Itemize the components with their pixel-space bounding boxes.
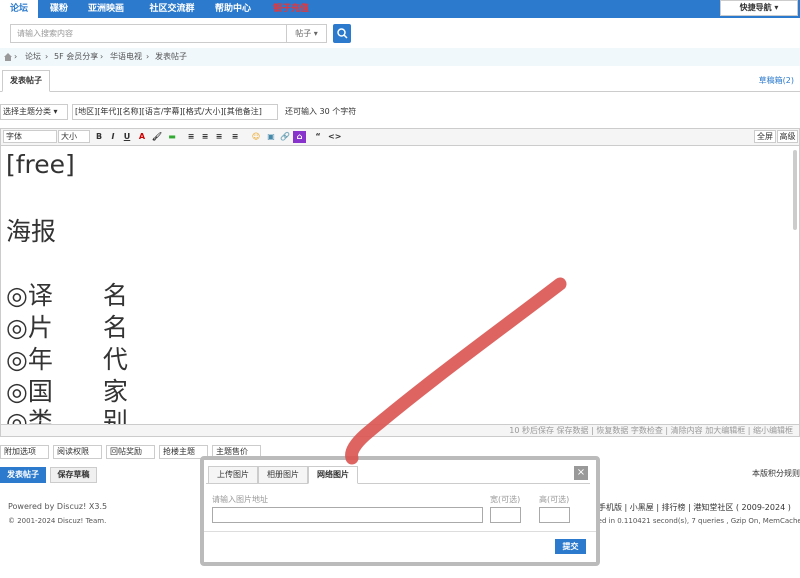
image-height-input[interactable] <box>539 507 570 523</box>
nav-asia-film[interactable]: 亚洲映画 <box>80 0 132 18</box>
breadcrumb-sep: › <box>146 52 150 61</box>
option-attach[interactable]: 附加选项 <box>0 445 49 459</box>
tab-album-image[interactable]: 相册图片 <box>258 466 308 484</box>
nav-help[interactable]: 帮助中心 <box>206 0 260 18</box>
align-right-icon[interactable]: ≡ <box>214 131 224 143</box>
nav-community[interactable]: 社区交流群 <box>140 0 204 18</box>
breadcrumb-member-share[interactable]: 5F 会员分享 <box>54 48 98 66</box>
tab-post[interactable]: 发表帖子 <box>2 70 50 92</box>
breadcrumb-chinese-tv[interactable]: 华语电视 <box>110 48 142 66</box>
quick-nav-button[interactable]: 快捷导航 ▾ <box>720 0 798 16</box>
image-icon[interactable]: ▣ <box>265 131 277 143</box>
footer-powered: Powered by Discuz! X3.5 <box>8 502 108 511</box>
editor-line: ◎年 代 <box>6 345 128 374</box>
tab-upload-image[interactable]: 上传图片 <box>208 466 258 484</box>
search-icon <box>337 28 348 39</box>
breadcrumb-current: 发表帖子 <box>155 52 187 61</box>
nav-recharge[interactable]: 银子充值 <box>266 0 316 18</box>
points-rule-link[interactable]: 本版积分规则 <box>752 468 800 479</box>
font-color-button[interactable]: A <box>137 131 147 143</box>
char-remaining: 还可输入 30 个字符 <box>285 107 357 116</box>
save-draft-button[interactable]: 保存草稿 <box>50 467 97 483</box>
underline-button[interactable]: U <box>122 131 132 143</box>
editor-scrollbar[interactable] <box>793 150 797 230</box>
editor-line: ◎译 名 <box>6 281 128 310</box>
editor-status-bar: 10 秒后保存 保存数据 | 恢复数据 字数检查 | 清除内容 加大编辑框 | … <box>0 424 800 437</box>
breadcrumb-sep: › <box>45 52 49 61</box>
font-select[interactable]: 字体 <box>3 130 57 143</box>
editor-line: ◎类 别 <box>6 407 128 424</box>
image-url-input[interactable] <box>212 507 483 523</box>
size-select[interactable]: 大小 <box>58 130 90 143</box>
list-icon[interactable]: ≡ <box>230 131 240 143</box>
advanced-button[interactable]: 高级 <box>777 130 798 143</box>
footer-copyright: © 2001-2024 Discuz! Team. <box>8 517 107 525</box>
editor-line: [free] <box>6 150 75 179</box>
quote-icon[interactable]: “ <box>313 131 323 143</box>
editor-line: ◎片 名 <box>6 313 128 342</box>
breadcrumb: › 论坛 › 5F 会员分享 › 华语电视 › 发表帖子 <box>0 48 800 66</box>
title-input[interactable]: [地区][年代][名称][语言/字幕][格式/大小][其他备注] <box>72 104 278 120</box>
dialog-divider <box>204 531 596 532</box>
dialog-submit-button[interactable]: 提交 <box>555 539 586 554</box>
search-type-select[interactable]: 帖子 ▾ <box>287 24 327 43</box>
emoji-icon[interactable]: ☺ <box>250 131 262 143</box>
close-icon[interactable]: × <box>574 466 588 480</box>
width-label: 宽(可选) <box>490 495 521 504</box>
nav-diefen[interactable]: 碟粉 <box>40 0 78 18</box>
option-read-permission[interactable]: 阅读权限 <box>53 445 102 459</box>
editor-toolbar <box>0 128 800 146</box>
footer-links[interactable]: 手机版 | 小黑屋 | 排行榜 | 港知堂社区 ( 2009-2024 ) <box>598 502 791 513</box>
highlight-icon[interactable]: 🖌 <box>151 131 163 143</box>
tab-bar <box>0 70 800 92</box>
height-label: 高(可选) <box>539 495 570 504</box>
breadcrumb-forum[interactable]: 论坛 <box>25 48 41 66</box>
footer-stats: sed in 0.110421 second(s), 7 queries , G… <box>594 517 800 525</box>
tab-web-image[interactable]: 网络图片 <box>308 466 358 484</box>
nav-forum[interactable]: 论坛 <box>0 0 38 18</box>
search-input[interactable]: 请输入搜索内容 <box>10 24 287 43</box>
editor-line: 海报 <box>6 217 57 246</box>
italic-button[interactable]: I <box>108 131 118 143</box>
fullscreen-button[interactable]: 全屏 <box>754 130 776 143</box>
editor-area[interactable]: [free] 海报 ◎译 名 ◎片 名 ◎年 代 ◎国 家 ◎类 别 <box>0 146 800 424</box>
media-icon[interactable]: ⌂ <box>293 131 306 143</box>
topic-category-select[interactable]: 选择主题分类 ▾ <box>0 104 68 120</box>
option-reply-reward[interactable]: 回帖奖励 <box>106 445 155 459</box>
image-width-input[interactable] <box>490 507 521 523</box>
search-button[interactable] <box>333 24 351 43</box>
align-left-icon[interactable]: ≡ <box>186 131 196 143</box>
code-icon[interactable]: <> <box>328 131 341 143</box>
submit-post-button[interactable]: 发表帖子 <box>0 467 46 483</box>
url-label: 请输入图片地址 <box>212 495 268 504</box>
align-center-icon[interactable]: ≡ <box>200 131 210 143</box>
link-color-icon[interactable]: ▬ <box>166 131 178 143</box>
breadcrumb-sep: › <box>14 52 18 61</box>
home-icon[interactable] <box>4 53 12 61</box>
attach-icon[interactable]: 🔗 <box>279 131 291 143</box>
breadcrumb-sep: › <box>100 52 104 61</box>
drafts-link[interactable]: 草稿箱(2) <box>759 75 794 86</box>
bold-button[interactable]: B <box>94 131 104 143</box>
